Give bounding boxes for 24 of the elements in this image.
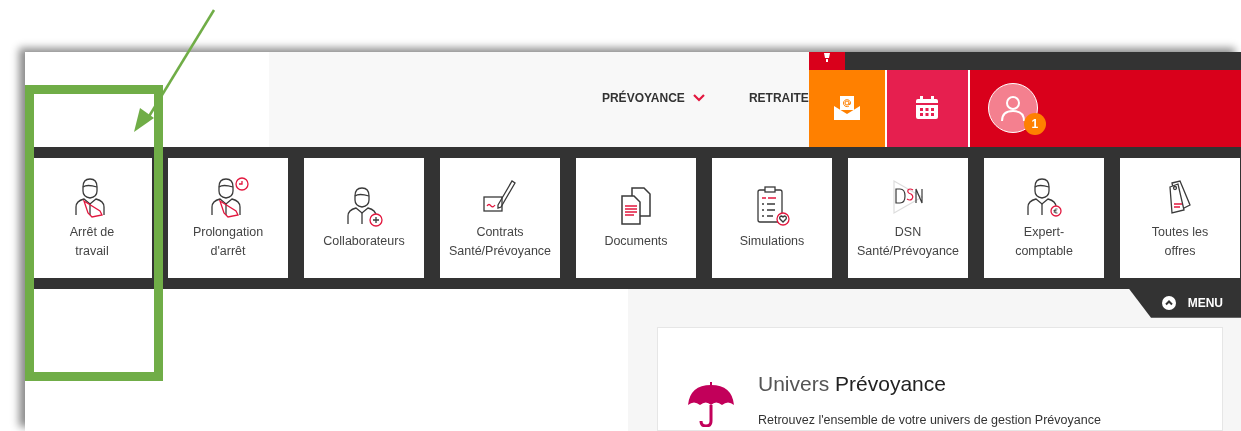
shortcut-tile[interactable]: Arrêt de travail — [32, 157, 152, 278]
nav-link[interactable]: PRÉVOYANCE — [601, 89, 705, 107]
chevron-down-icon — [692, 94, 705, 102]
shortcut-tile[interactable]: Collaborateurs — [304, 157, 424, 278]
card-description: Retrouvez l'ensemble de votre univers de gestion Prévoyance — [758, 412, 1101, 430]
shortcut-tile[interactable]: Toutes les offres — [1120, 157, 1240, 278]
nav-link[interactable]: RETRAITE — [748, 89, 809, 107]
shortcut-tile[interactable]: DSN Santé/Prévoyance — [848, 157, 968, 278]
chevron-up-circle-icon — [1161, 296, 1176, 311]
shortcut-tile[interactable]: Expert- comptable — [984, 157, 1104, 278]
lightbulb-button[interactable] — [808, 52, 845, 70]
shortcut-tile[interactable]: Documents — [576, 157, 696, 278]
mail-button[interactable] — [808, 70, 885, 147]
shortcut-tile[interactable]: Prolongation d'arrêt — [168, 157, 288, 278]
umbrella-icon — [686, 380, 736, 427]
lightbulb-icon — [821, 52, 832, 64]
shortcut-tile[interactable]: Contrats Santé/Prévoyance — [440, 157, 560, 278]
menu-toggle[interactable]: MENU — [1129, 288, 1241, 318]
shortcut-tile[interactable]: Simulations — [712, 157, 832, 278]
notification-badge: 1 — [1023, 113, 1046, 136]
calendar-icon — [914, 95, 941, 122]
card-title: Univers Prévoyance — [758, 370, 947, 397]
mail-at-icon — [832, 94, 861, 123]
calendar-button[interactable] — [886, 70, 968, 147]
